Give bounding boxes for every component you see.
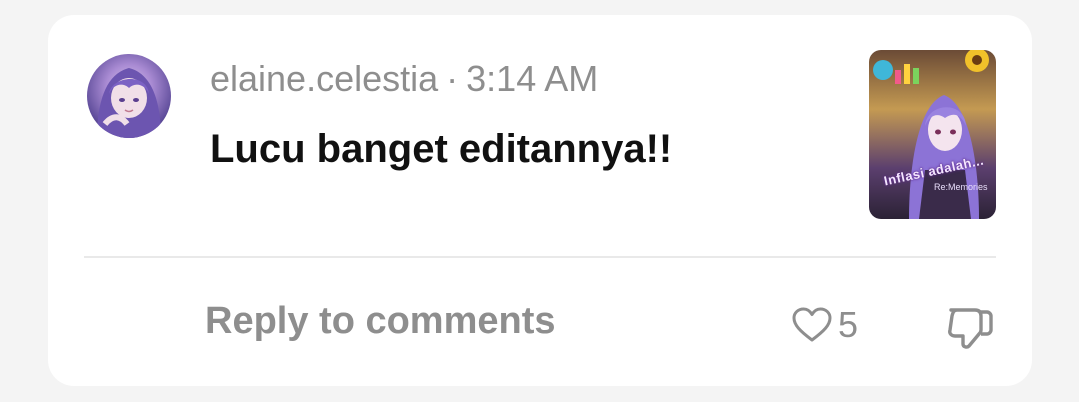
- username[interactable]: elaine.celestia: [210, 58, 438, 99]
- avatar-image: [97, 68, 161, 138]
- avatar[interactable]: [87, 54, 171, 138]
- heart-icon: [792, 307, 832, 342]
- meta-separator: ·: [446, 58, 459, 99]
- like-button[interactable]: 5: [792, 303, 858, 347]
- thumbnail-subtitle: Re:Memories: [934, 182, 988, 192]
- dislike-button[interactable]: [945, 302, 995, 352]
- thumbs-down-icon: [948, 308, 993, 349]
- thumbnail-image: [873, 50, 989, 219]
- divider: [84, 256, 996, 258]
- like-count: 5: [838, 304, 859, 345]
- reply-button[interactable]: Reply to comments: [205, 300, 556, 343]
- comment-meta: elaine.celestia · 3:14 AM: [210, 58, 598, 100]
- timestamp: 3:14 AM: [466, 58, 599, 99]
- comment-text: Lucu banget editannya!!: [210, 127, 673, 171]
- video-thumbnail[interactable]: Inflasi adalah... Re:Memories: [869, 50, 996, 219]
